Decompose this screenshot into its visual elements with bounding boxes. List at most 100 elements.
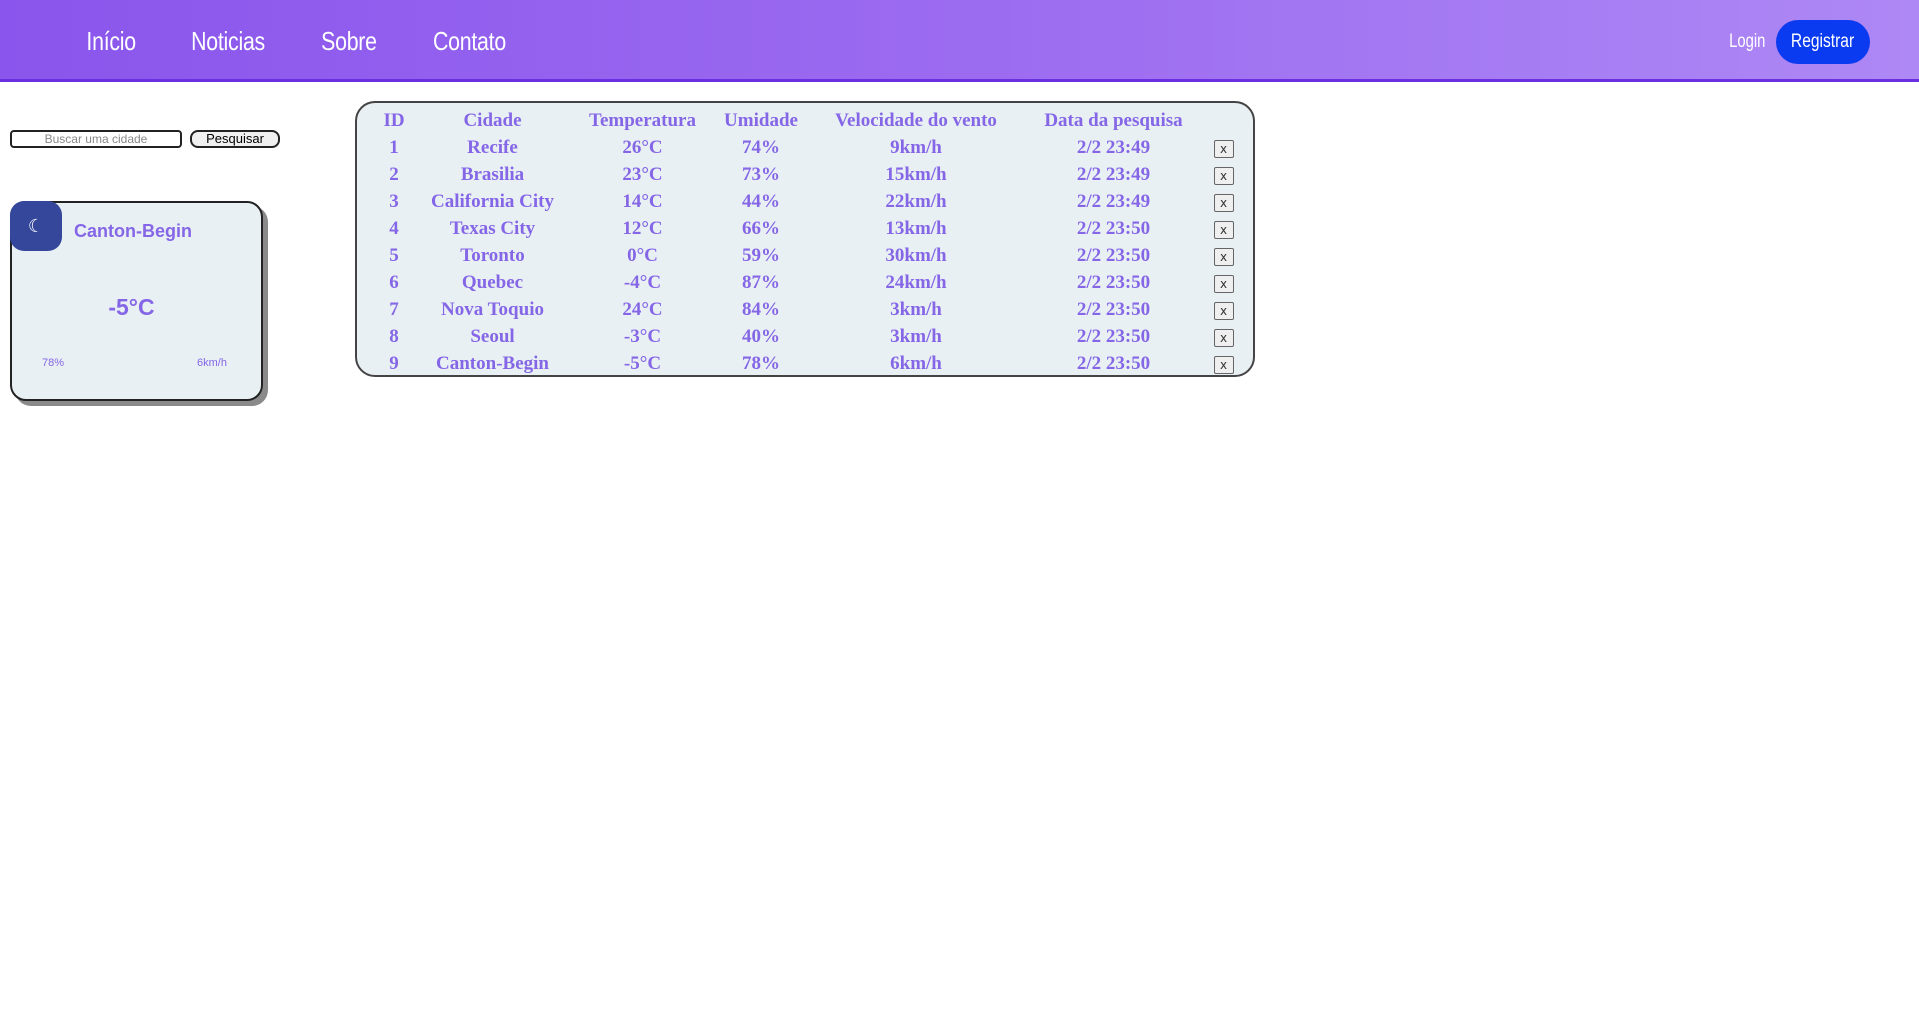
auth-actions: Login Registrar <box>1724 20 1870 64</box>
cell-date: 2/2 23:50 <box>1076 218 1151 239</box>
cell-city: Toronto <box>460 245 525 266</box>
delete-row-button[interactable]: x <box>1213 328 1234 347</box>
city-search: Pesquisar <box>10 130 280 148</box>
cell-id: 1 <box>389 137 399 158</box>
cell-humidity: 44% <box>742 191 780 212</box>
cell-date: 2/2 23:49 <box>1076 164 1151 185</box>
header-search-date: Data da pesquisa <box>1044 110 1183 131</box>
city-search-input[interactable] <box>10 130 182 148</box>
main-nav: Início Noticias Sobre Contato <box>60 0 535 82</box>
cell-temperature: -3°C <box>623 326 662 347</box>
table-header-row: ID Cidade Temperatura Umidade Velocidade… <box>367 107 1251 134</box>
header-id: ID <box>383 110 405 131</box>
delete-row-button[interactable]: x <box>1213 139 1234 158</box>
delete-row-button[interactable]: x <box>1213 274 1234 293</box>
weather-city-name: Canton-Begin <box>74 221 192 241</box>
cell-id: 3 <box>389 191 399 212</box>
cell-delete: x <box>1196 242 1251 269</box>
table-row: 2 Brasilia 23°C 73% 15km/h 2/2 23:49 x <box>367 161 1251 188</box>
header-city: Cidade <box>463 110 522 131</box>
cell-wind: 22km/h <box>885 191 947 212</box>
table-row: 3 California City 14°C 44% 22km/h 2/2 23… <box>367 188 1251 215</box>
cell-id: 7 <box>389 299 399 320</box>
delete-row-button[interactable]: x <box>1213 355 1234 374</box>
cell-id: 5 <box>389 245 399 266</box>
cell-temperature: -5°C <box>623 353 662 374</box>
cell-delete: x <box>1196 161 1251 188</box>
table-row: 1 Recife 26°C 74% 9km/h 2/2 23:49 x <box>367 134 1251 161</box>
moon-icon: ☾ <box>10 201 62 251</box>
cell-delete: x <box>1196 188 1251 215</box>
cell-temperature: 0°C <box>627 245 658 266</box>
table-row: 7 Nova Toquio 24°C 84% 3km/h 2/2 23:50 x <box>367 296 1251 323</box>
nav-link-noticias[interactable]: Noticias <box>191 26 265 57</box>
delete-row-button[interactable]: x <box>1213 220 1234 239</box>
top-navbar: Início Noticias Sobre Contato Login Regi… <box>0 0 1919 82</box>
cell-humidity: 66% <box>742 218 780 239</box>
search-button[interactable]: Pesquisar <box>190 130 280 148</box>
cell-city: California City <box>431 191 554 212</box>
table-row: 8 Seoul -3°C 40% 3km/h 2/2 23:50 x <box>367 323 1251 350</box>
cell-city: Quebec <box>461 272 524 293</box>
cell-humidity: 87% <box>742 272 780 293</box>
cell-date: 2/2 23:50 <box>1076 272 1151 293</box>
nav-link-inicio[interactable]: Início <box>86 26 136 57</box>
delete-row-button[interactable]: x <box>1213 193 1234 212</box>
register-button[interactable]: Registrar <box>1776 20 1870 64</box>
cell-date: 2/2 23:50 <box>1076 299 1151 320</box>
nav-link-contato[interactable]: Contato <box>433 26 506 57</box>
cell-humidity: 74% <box>742 137 780 158</box>
cell-city: Seoul <box>470 326 515 347</box>
cell-id: 4 <box>389 218 399 239</box>
cell-humidity: 84% <box>742 299 780 320</box>
register-button-label: Registrar <box>1791 31 1855 52</box>
delete-row-button[interactable]: x <box>1213 166 1234 185</box>
cell-date: 2/2 23:49 <box>1076 191 1151 212</box>
header-wind-speed: Velocidade do vento <box>835 110 997 131</box>
delete-row-button[interactable]: x <box>1213 301 1234 320</box>
cell-temperature: 12°C <box>622 218 663 239</box>
cell-id: 9 <box>389 353 399 374</box>
search-history-panel: ID Cidade Temperatura Umidade Velocidade… <box>355 101 1255 377</box>
cell-city: Nova Toquio <box>441 299 544 320</box>
cell-date: 2/2 23:50 <box>1076 326 1151 347</box>
cell-city: Brasilia <box>460 164 525 185</box>
table-row: 6 Quebec -4°C 87% 24km/h 2/2 23:50 x <box>367 269 1251 296</box>
login-link[interactable]: Login <box>1729 31 1765 53</box>
cell-id: 8 <box>389 326 399 347</box>
delete-row-button[interactable]: x <box>1213 247 1234 266</box>
cell-city: Texas City <box>449 218 536 239</box>
header-humidity: Umidade <box>724 110 798 131</box>
weather-humidity: 78% <box>42 357 65 369</box>
nav-link-sobre[interactable]: Sobre <box>322 26 378 57</box>
cell-temperature: 23°C <box>622 164 663 185</box>
cell-wind: 9km/h <box>890 137 942 158</box>
cell-temperature: 24°C <box>622 299 663 320</box>
cell-wind: 3km/h <box>890 299 942 320</box>
cell-wind: 13km/h <box>885 218 947 239</box>
cell-wind: 6km/h <box>890 353 942 374</box>
cell-wind: 15km/h <box>885 164 947 185</box>
cell-temperature: 14°C <box>622 191 663 212</box>
cell-id: 6 <box>389 272 399 293</box>
cell-temperature: -4°C <box>623 272 662 293</box>
header-temperature: Temperatura <box>589 110 696 131</box>
cell-delete: x <box>1196 323 1251 350</box>
cell-humidity: 59% <box>742 245 780 266</box>
cell-wind: 3km/h <box>890 326 942 347</box>
cell-delete: x <box>1196 134 1251 161</box>
cell-delete: x <box>1196 269 1251 296</box>
cell-humidity: 73% <box>742 164 780 185</box>
search-history-table: ID Cidade Temperatura Umidade Velocidade… <box>367 107 1251 377</box>
cell-delete: x <box>1196 350 1251 377</box>
table-row: 9 Canton-Begin -5°C 78% 6km/h 2/2 23:50 … <box>367 350 1251 377</box>
cell-date: 2/2 23:49 <box>1076 137 1151 158</box>
cell-wind: 24km/h <box>885 272 947 293</box>
table-row: 4 Texas City 12°C 66% 13km/h 2/2 23:50 x <box>367 215 1251 242</box>
cell-humidity: 78% <box>742 353 780 374</box>
cell-city: Recife <box>467 137 518 158</box>
cell-wind: 30km/h <box>885 245 947 266</box>
cell-date: 2/2 23:50 <box>1076 245 1151 266</box>
cell-id: 2 <box>389 164 399 185</box>
cell-delete: x <box>1196 296 1251 323</box>
